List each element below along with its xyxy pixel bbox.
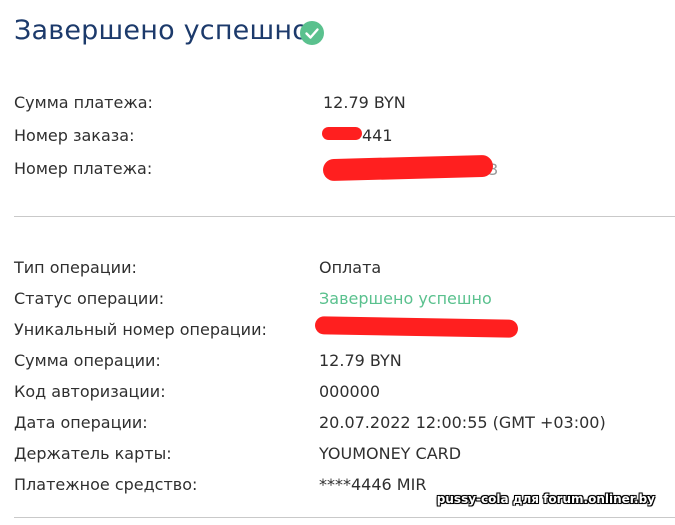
unique-operation-number-label: Уникальный номер операции: (14, 320, 267, 339)
payment-number-redaction (322, 154, 494, 182)
watermark: pussy-cola для forum.onliner.by (436, 492, 655, 506)
auth-code-value: 000000 (319, 382, 381, 401)
order-number-value: 441 (362, 126, 393, 145)
operation-type-value: Оплата (319, 258, 382, 277)
page-title: Завершено успешно (14, 15, 309, 46)
unique-operation-number-redaction (314, 316, 519, 338)
card-holder-label: Держатель карты: (14, 444, 172, 463)
section-divider (14, 216, 675, 217)
payment-amount-value: 12.79 BYN (323, 93, 406, 112)
card-holder-value: YOUMONEY CARD (319, 444, 462, 463)
payment-number-label: Номер платежа: (14, 159, 153, 178)
operation-sum-label: Сумма операции: (14, 351, 161, 370)
order-number-redaction (322, 127, 362, 140)
payment-instrument-label: Платежное средство: (14, 475, 198, 494)
check-circle-icon (300, 21, 324, 45)
operation-type-label: Тип операции: (14, 258, 137, 277)
operation-status-label: Статус операции: (14, 289, 165, 308)
operation-date-label: Дата операции: (14, 413, 148, 432)
operation-status-value: Завершено успешно (319, 289, 492, 308)
order-number-label: Номер заказа: (14, 126, 135, 145)
payment-amount-label: Сумма платежа: (14, 93, 153, 112)
bottom-divider (14, 517, 675, 518)
operation-sum-value: 12.79 BYN (319, 351, 402, 370)
payment-instrument-value: ****4446 MIR (319, 475, 427, 494)
operation-date-value: 20.07.2022 12:00:55 (GMT +03:00) (319, 413, 606, 432)
auth-code-label: Код авторизации: (14, 382, 166, 401)
